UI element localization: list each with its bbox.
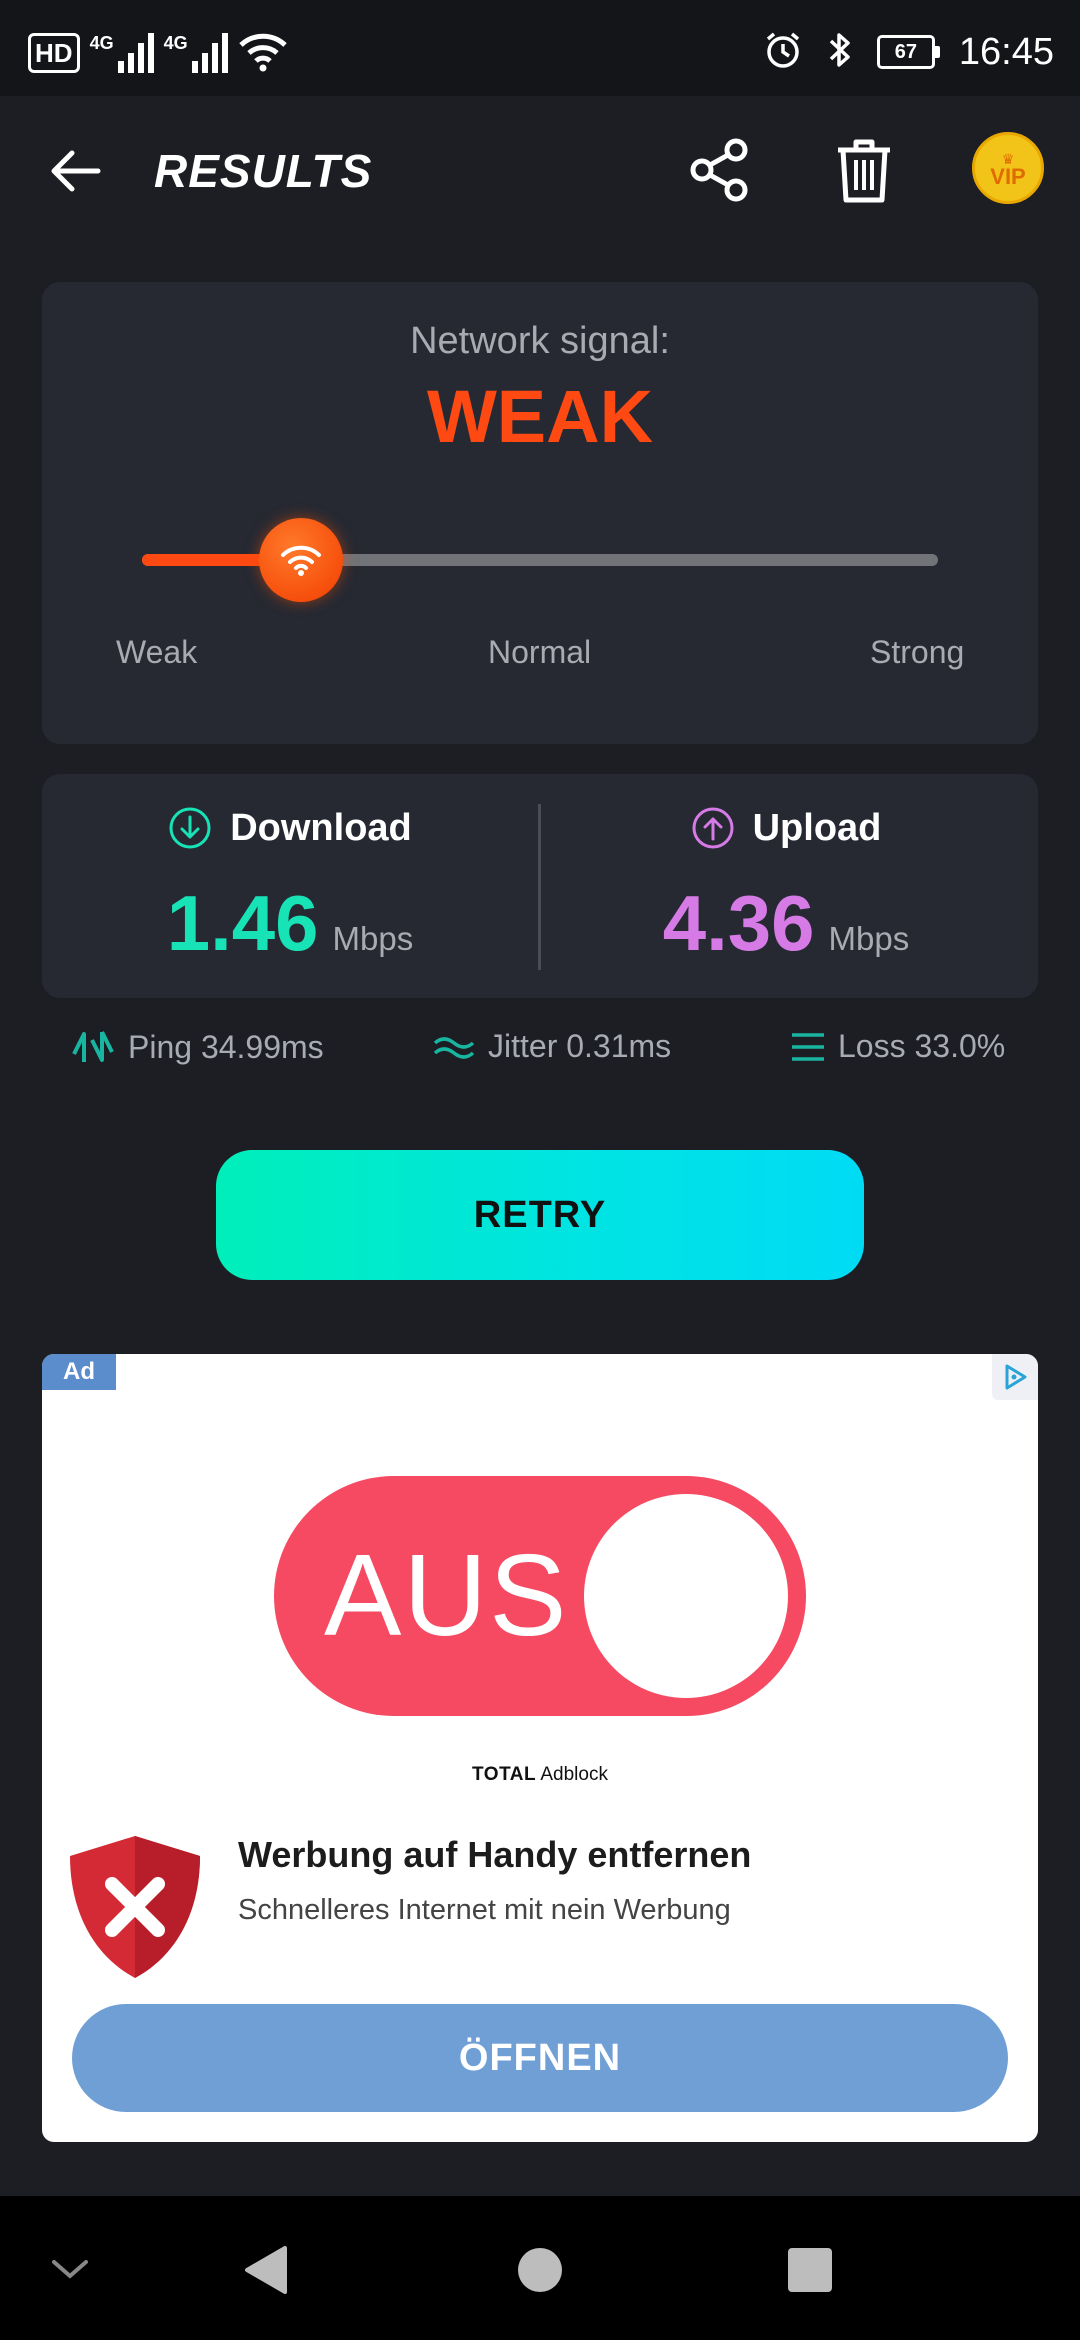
- network-type-label: 4G: [163, 33, 188, 53]
- system-nav-bar: [0, 2196, 1080, 2340]
- delete-button[interactable]: [826, 130, 902, 210]
- vip-label: VIP: [990, 164, 1026, 189]
- jitter-icon: [433, 1036, 475, 1059]
- jitter-metric: Jitter 0.31ms: [432, 1028, 671, 1065]
- back-button[interactable]: [40, 136, 110, 206]
- nav-collapse-button[interactable]: [30, 2232, 110, 2308]
- network-signal-2: 4G: [164, 33, 228, 73]
- ping-icon: [72, 1031, 114, 1062]
- ad-title: Werbung auf Handy entfernen: [238, 1834, 752, 1875]
- chevron-down-icon: [52, 2260, 88, 2279]
- brand-bold: TOTAL: [472, 1764, 537, 1785]
- download-value: 1.46 Mbps: [42, 878, 538, 969]
- ping-text: Ping 34.99ms: [128, 1028, 324, 1065]
- download-icon: [169, 807, 211, 849]
- jitter-text: Jitter 0.31ms: [488, 1028, 672, 1064]
- app-bar: RESULTS ♛ VIP: [0, 96, 1080, 246]
- trash-icon: [838, 139, 890, 203]
- adchoices-icon: [1005, 1364, 1027, 1390]
- signal-value: WEAK: [426, 375, 654, 458]
- ping-metric: Ping 34.99ms: [70, 1028, 324, 1066]
- metrics-row: Ping 34.99ms Jitter 0.31ms Loss 33.0%: [0, 1020, 1080, 1082]
- signal-bars-icon: [117, 33, 154, 73]
- triangle-back-icon: [245, 2246, 287, 2294]
- loss-icon: [792, 1032, 824, 1061]
- loss-text: Loss 33.0%: [838, 1028, 1006, 1064]
- toggle-text: AUS: [324, 1530, 569, 1660]
- hd-badge: HD: [28, 33, 80, 73]
- share-icon: [690, 138, 748, 202]
- back-arrow-icon: [51, 150, 101, 192]
- shield-icon: [70, 1836, 200, 1978]
- bluetooth-icon: [827, 30, 853, 75]
- scale-normal: Normal: [488, 634, 592, 670]
- page-title: RESULTS: [154, 145, 373, 197]
- speed-card: Download 1.46 Mbps Upload 4.36 Mbps: [42, 774, 1038, 998]
- download-number: 1.46: [166, 879, 319, 967]
- loss-metric: Loss 33.0%: [790, 1028, 1005, 1065]
- upload-unit: Mbps: [828, 920, 910, 957]
- ad-tag: Ad: [42, 1354, 116, 1390]
- signal-label: Network signal:: [410, 320, 670, 362]
- ad-banner[interactable]: Ad AUS TOTAL Adblock Werbung auf Handy e…: [42, 1354, 1038, 2142]
- status-time: 16:45: [958, 30, 1054, 73]
- wifi-icon: [281, 545, 322, 576]
- ad-brand: TOTAL Adblock: [42, 1764, 1038, 1786]
- status-right: 67 16:45: [763, 24, 1054, 80]
- download-label: Download: [230, 806, 412, 849]
- square-recents-icon: [788, 2248, 832, 2292]
- nav-back-button[interactable]: [226, 2232, 306, 2308]
- signal-card: Network signal: WEAK Weak Normal Strong: [42, 282, 1038, 744]
- ad-open-button[interactable]: ÖFFNEN: [72, 2004, 1008, 2112]
- nav-recents-button[interactable]: [770, 2232, 850, 2308]
- status-left: HD 4G 4G: [28, 28, 288, 78]
- upload-number: 4.36: [662, 879, 815, 967]
- network-signal-1: 4G: [90, 33, 154, 73]
- battery-icon: 67: [876, 35, 940, 69]
- ad-toggle-image: AUS: [274, 1476, 806, 1716]
- home-circle-icon: [518, 2248, 562, 2292]
- adchoices-button[interactable]: [992, 1354, 1038, 1400]
- signal-bars-icon: [191, 33, 228, 73]
- brand-rest: Adblock: [540, 1764, 608, 1785]
- download-section: Download 1.46 Mbps: [42, 774, 538, 998]
- download-unit: Mbps: [332, 920, 414, 957]
- wifi-icon: [238, 29, 288, 78]
- upload-label: Upload: [752, 806, 882, 849]
- upload-section: Upload 4.36 Mbps: [538, 774, 1034, 998]
- status-bar: HD 4G 4G 67 16:45: [0, 0, 1080, 96]
- signal-knob: [259, 518, 344, 602]
- retry-button[interactable]: RETRY: [216, 1150, 864, 1280]
- network-type-label: 4G: [89, 33, 114, 53]
- ad-description: Schnelleres Internet mit nein Werbung: [238, 1894, 731, 1926]
- scale-strong: Strong: [870, 634, 965, 670]
- nav-home-button[interactable]: [500, 2232, 580, 2308]
- upload-value: 4.36 Mbps: [538, 878, 1034, 969]
- upload-header: Upload: [538, 806, 1034, 850]
- alarm-icon: [763, 30, 803, 75]
- scale-weak: Weak: [116, 634, 198, 670]
- upload-icon: [692, 807, 734, 849]
- download-header: Download: [42, 806, 538, 850]
- toggle-knob: [584, 1494, 788, 1698]
- vip-button[interactable]: ♛ VIP: [972, 132, 1044, 204]
- share-button[interactable]: [682, 132, 758, 208]
